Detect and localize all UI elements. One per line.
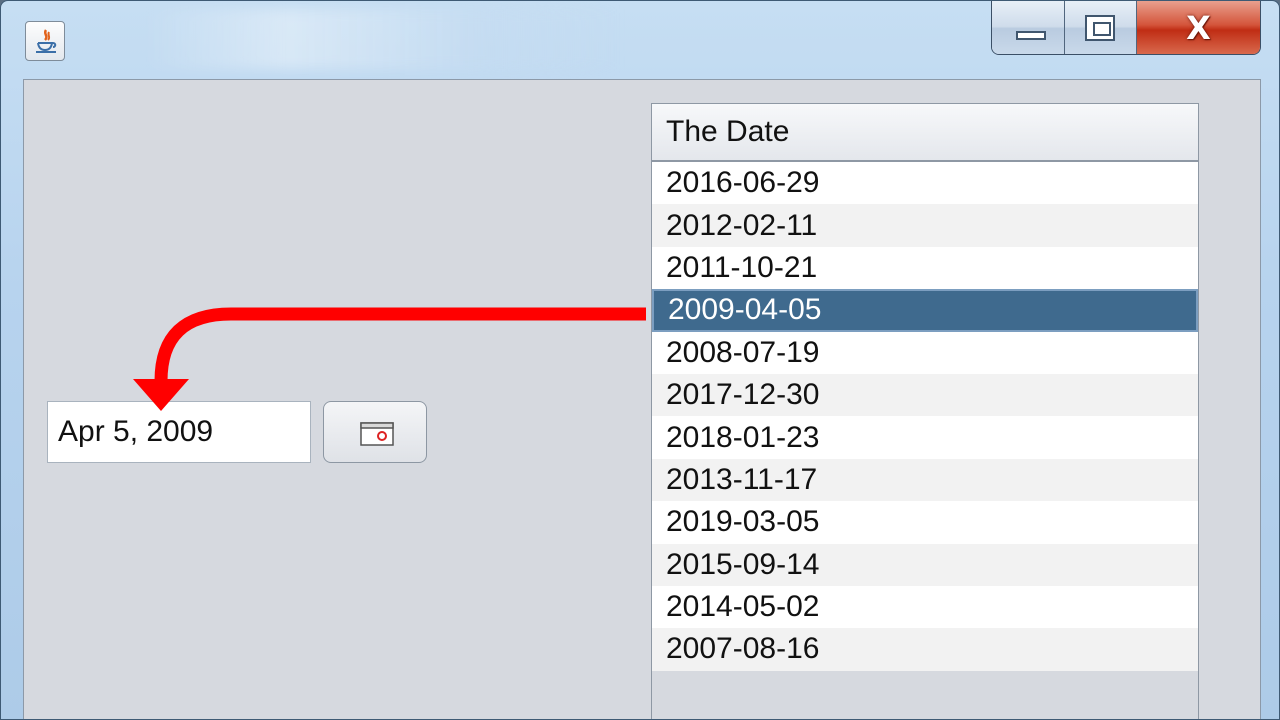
table-row[interactable]: 2016-06-29 — [652, 162, 1198, 205]
app-window: X Apr 5, 2009 The Date 2016-06-29 2012-0… — [0, 0, 1280, 720]
table-row[interactable]: 2007-08-16 — [652, 628, 1198, 671]
column-header-the-date[interactable]: The Date — [652, 104, 1198, 162]
date-field[interactable]: Apr 5, 2009 — [47, 401, 311, 463]
table-cell: 2008-07-19 — [666, 335, 820, 369]
table-cell: 2014-05-02 — [666, 590, 820, 624]
table-body: 2016-06-29 2012-02-11 2011-10-21 2009-04… — [652, 162, 1198, 671]
table-cell: 2015-09-14 — [666, 547, 820, 581]
table-row[interactable]: 2018-01-23 — [652, 416, 1198, 459]
table-row[interactable]: 2019-03-05 — [652, 501, 1198, 544]
table-row[interactable]: 2014-05-02 — [652, 585, 1198, 629]
calendar-icon — [360, 422, 394, 446]
table-cell: 2018-01-23 — [666, 420, 820, 454]
close-icon: X — [1186, 8, 1211, 47]
table-cell: 2017-12-30 — [666, 378, 820, 412]
table-row[interactable]: 2013-11-17 — [652, 458, 1198, 502]
close-button[interactable]: X — [1136, 1, 1260, 54]
table-row[interactable]: 2008-07-19 — [652, 331, 1198, 374]
table-cell: 2019-03-05 — [666, 505, 820, 539]
table-cell: 2016-06-29 — [666, 166, 820, 200]
table-row[interactable]: 2011-10-21 — [652, 246, 1198, 290]
date-field-value: Apr 5, 2009 — [58, 415, 214, 448]
maximize-icon — [1085, 15, 1116, 41]
table-row[interactable]: 2012-02-11 — [652, 204, 1198, 247]
window-title-blurred — [141, 9, 621, 69]
minimize-icon — [1016, 31, 1046, 40]
table-cell: 2009-04-05 — [668, 293, 822, 327]
table-row[interactable]: 2017-12-30 — [652, 373, 1198, 417]
table-cell: 2012-02-11 — [666, 208, 818, 242]
minimize-button[interactable] — [992, 1, 1066, 54]
table-row[interactable]: 2015-09-14 — [652, 543, 1198, 586]
table-row-selected[interactable]: 2009-04-05 — [652, 289, 1198, 332]
column-header-label: The Date — [666, 115, 790, 148]
maximize-button[interactable] — [1065, 1, 1137, 54]
java-app-icon[interactable] — [25, 21, 65, 61]
calendar-button[interactable] — [323, 401, 427, 463]
table-cell: 2011-10-21 — [666, 250, 818, 284]
title-bar[interactable]: X — [1, 1, 1279, 79]
window-controls: X — [991, 1, 1261, 55]
table-cell: 2013-11-17 — [666, 462, 818, 496]
date-table: The Date 2016-06-29 2012-02-11 2011-10-2… — [651, 103, 1199, 719]
table-cell: 2007-08-16 — [666, 632, 820, 666]
